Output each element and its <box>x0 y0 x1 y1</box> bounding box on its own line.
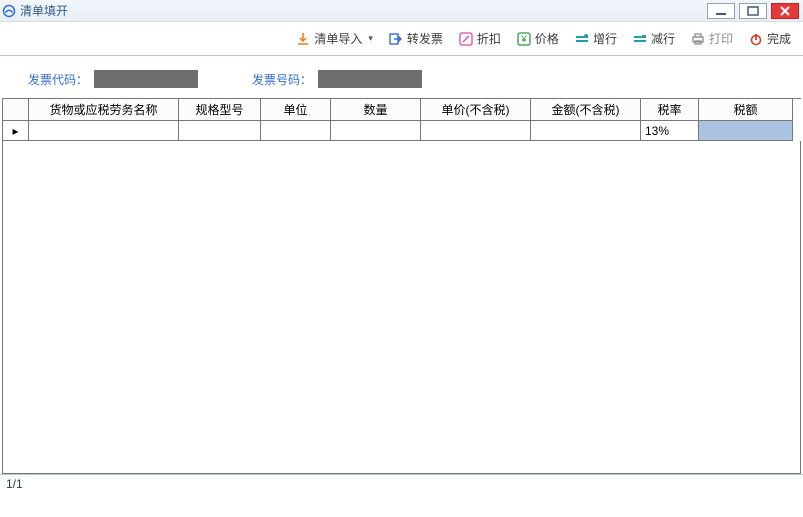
invoice-no-label: 发票号码： <box>252 71 312 88</box>
invoice-no-value <box>318 70 422 88</box>
arrow-right-icon <box>389 32 403 46</box>
del-row-label: 减行 <box>651 30 675 47</box>
discount-label: 折扣 <box>477 30 501 47</box>
invoice-fields: 发票代码： 发票号码： <box>0 56 803 98</box>
price-icon: ¥ <box>517 32 531 46</box>
minus-icon <box>633 32 647 46</box>
price-button[interactable]: ¥ 价格 <box>517 30 559 47</box>
invoice-no-field: 发票号码： <box>252 70 422 88</box>
discount-icon <box>459 32 473 46</box>
col-name: 货物或应税劳务名称 <box>29 99 179 121</box>
to-invoice-label: 转发票 <box>407 30 443 47</box>
table-row[interactable]: ▸ 13% <box>3 121 801 141</box>
import-icon <box>296 32 310 46</box>
items-table: 货物或应税劳务名称 规格型号 单位 数量 单价(不含税) 金额(不含税) 税率 … <box>2 98 801 474</box>
col-unit-price: 单价(不含税) <box>421 99 531 121</box>
table-body-empty <box>3 141 801 474</box>
cell-tax-rate[interactable]: 13% <box>641 121 699 141</box>
col-amount: 金额(不含税) <box>531 99 641 121</box>
cell-unit-price[interactable] <box>421 121 531 141</box>
finish-label: 完成 <box>767 30 791 47</box>
import-button[interactable]: 清单导入 ▾ <box>296 30 373 47</box>
col-tax-rate: 税率 <box>641 99 699 121</box>
invoice-code-field: 发票代码： <box>28 70 198 88</box>
price-label: 价格 <box>535 30 559 47</box>
add-row-label: 增行 <box>593 30 617 47</box>
col-tax: 税额 <box>699 99 793 121</box>
title-bar: 清单填开 <box>0 0 803 22</box>
minimize-button[interactable] <box>707 3 735 19</box>
page-indicator: 1/1 <box>6 477 23 491</box>
invoice-code-label: 发票代码： <box>28 71 88 88</box>
cell-amount[interactable] <box>531 121 641 141</box>
app-icon <box>2 4 16 18</box>
cell-unit[interactable] <box>261 121 331 141</box>
invoice-code-value <box>94 70 198 88</box>
cell-tax[interactable] <box>699 121 793 141</box>
import-label: 清单导入 <box>314 30 362 47</box>
col-unit: 单位 <box>261 99 331 121</box>
maximize-button[interactable] <box>739 3 767 19</box>
status-bar: 1/1 <box>0 474 803 493</box>
close-button[interactable] <box>771 3 799 19</box>
row-selector-header <box>3 99 29 121</box>
col-qty: 数量 <box>331 99 421 121</box>
print-icon <box>691 32 705 46</box>
cell-name[interactable] <box>29 121 179 141</box>
cell-qty[interactable] <box>331 121 421 141</box>
table-header: 货物或应税劳务名称 规格型号 单位 数量 单价(不含税) 金额(不含税) 税率 … <box>3 99 801 121</box>
add-row-button[interactable]: 增行 <box>575 30 617 47</box>
to-invoice-button[interactable]: 转发票 <box>389 30 443 47</box>
cell-spec[interactable] <box>179 121 261 141</box>
col-spec: 规格型号 <box>179 99 261 121</box>
svg-text:¥: ¥ <box>520 34 527 44</box>
print-button[interactable]: 打印 <box>691 30 733 47</box>
row-selector[interactable]: ▸ <box>3 121 29 141</box>
finish-button[interactable]: 完成 <box>749 30 791 47</box>
del-row-button[interactable]: 减行 <box>633 30 675 47</box>
window-title: 清单填开 <box>20 2 703 19</box>
print-label: 打印 <box>709 30 733 47</box>
discount-button[interactable]: 折扣 <box>459 30 501 47</box>
toolbar: 清单导入 ▾ 转发票 折扣 ¥ 价格 增行 减行 打印 完成 <box>0 22 803 56</box>
chevron-down-icon: ▾ <box>368 33 373 44</box>
plus-icon <box>575 32 589 46</box>
power-icon <box>749 32 763 46</box>
